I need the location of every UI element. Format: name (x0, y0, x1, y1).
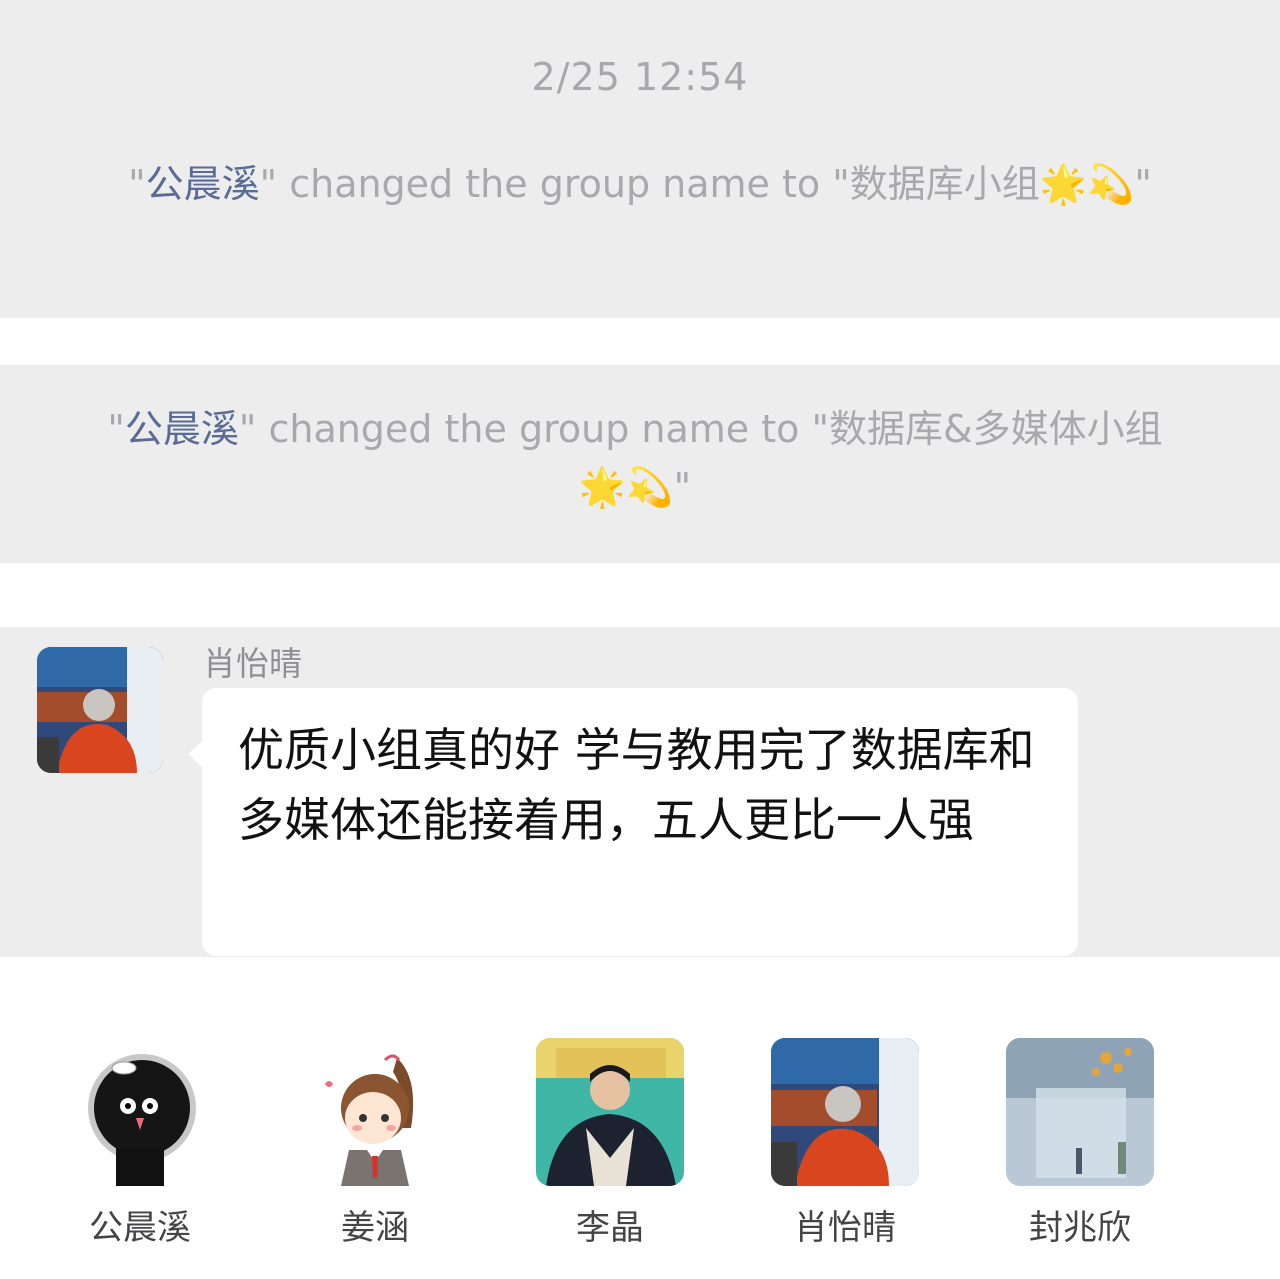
dizzy-icon: 💫 (1087, 162, 1135, 206)
message-text: 优质小组真的好 学与教用完了数据库和多媒体还能接着用，五人更比一人强 (238, 723, 1035, 847)
sender-avatar[interactable] (37, 647, 163, 773)
cartoon-girl-icon (301, 1038, 449, 1186)
member-lijing[interactable]: 李晶 (510, 1038, 710, 1249)
quote: " (107, 407, 125, 451)
bubble-tail (188, 740, 203, 768)
actor-link[interactable]: 公晨溪 (146, 162, 260, 206)
avatar-portrait-image (37, 647, 163, 773)
member-avatar (66, 1038, 214, 1186)
quote: " (128, 162, 146, 206)
sender-name[interactable]: 肖怡晴 (203, 637, 302, 685)
member-fengzhaoxin[interactable]: 封兆欣 (980, 1038, 1180, 1249)
star-icon: 🌟 (578, 465, 627, 509)
star-icon: 🌟 (1039, 162, 1088, 206)
system-message-1: "公晨溪" changed the group name to "数据库小组🌟💫… (100, 155, 1180, 213)
member-avatar (301, 1038, 449, 1186)
member-name: 封兆欣 (1029, 1208, 1131, 1248)
member-jianghan[interactable]: 姜涵 (275, 1038, 475, 1249)
avatar-portrait-image (771, 1038, 919, 1186)
system-message-2: "公晨溪" changed the group name to "数据库&多媒体… (90, 400, 1180, 516)
timestamp: 2/25 12:54 (531, 55, 749, 99)
member-name: 肖怡晴 (794, 1208, 896, 1248)
member-gongchenxi[interactable]: 公晨溪 (40, 1038, 240, 1249)
member-avatar (1006, 1038, 1154, 1186)
illustration-photo-icon (1006, 1038, 1154, 1186)
member-avatar (771, 1038, 919, 1186)
member-name: 公晨溪 (89, 1208, 191, 1248)
portrait-photo-icon (536, 1038, 684, 1186)
system-text-end: " (1134, 162, 1152, 206)
dizzy-icon: 💫 (626, 465, 674, 509)
member-name: 李晶 (576, 1208, 644, 1248)
system-text: " changed the group name to "数据库&多媒体小组 (238, 407, 1163, 451)
member-name: 姜涵 (341, 1208, 409, 1248)
member-xiaoyiqing[interactable]: 肖怡晴 (745, 1038, 945, 1249)
black-fluff-character-icon (66, 1038, 214, 1186)
actor-link[interactable]: 公晨溪 (125, 407, 239, 451)
member-avatar (536, 1038, 684, 1186)
system-text-end: " (673, 465, 692, 509)
system-text: " changed the group name to "数据库小组 (259, 162, 1040, 206)
